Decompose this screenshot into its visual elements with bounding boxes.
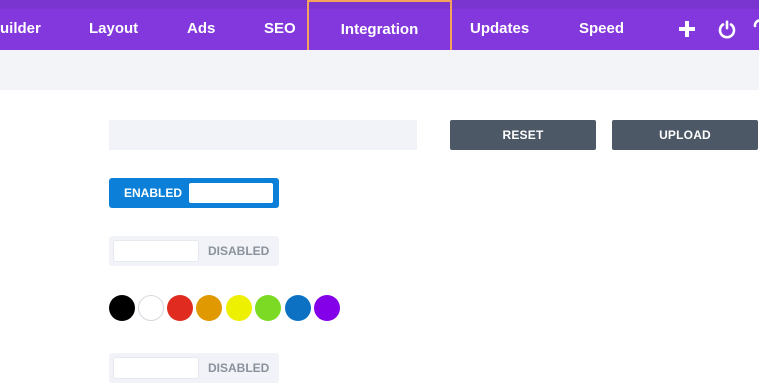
- toggle-state-label: DISABLED: [208, 244, 270, 258]
- tab-speed[interactable]: Speed: [579, 0, 624, 50]
- tab-integration-label: Integration: [340, 21, 419, 38]
- color-swatch-yellow[interactable]: [226, 295, 252, 321]
- power-icon[interactable]: [716, 18, 738, 40]
- color-swatch-orange[interactable]: [196, 295, 222, 321]
- color-swatch-red[interactable]: [167, 295, 193, 321]
- plus-icon[interactable]: [676, 18, 698, 40]
- upload-url-field[interactable]: [109, 120, 417, 150]
- sub-navigation-bar: [0, 50, 759, 90]
- tab-ads[interactable]: Ads: [187, 0, 215, 50]
- disabled-toggle[interactable]: DISABLED: [109, 353, 279, 383]
- color-swatch-green[interactable]: [255, 295, 281, 321]
- tab-builder[interactable]: uilder: [0, 0, 41, 50]
- tab-updates[interactable]: Updates: [470, 0, 529, 50]
- upload-button[interactable]: UPLOAD: [612, 120, 758, 150]
- color-swatch-black[interactable]: [109, 295, 135, 321]
- toggle-knob: [114, 241, 198, 261]
- toggle-state-label: ENABLED: [124, 186, 183, 200]
- toggle-state-label: DISABLED: [208, 361, 270, 375]
- enabled-toggle[interactable]: ENABLED: [109, 178, 279, 208]
- reset-button[interactable]: RESET: [450, 120, 596, 150]
- top-navigation-bar: uilder Layout Ads SEO Integration Update…: [0, 0, 759, 58]
- tab-seo[interactable]: SEO: [264, 0, 296, 50]
- toggle-knob: [114, 358, 198, 378]
- tab-layout[interactable]: Layout: [89, 0, 138, 50]
- color-swatch-white[interactable]: [138, 295, 164, 321]
- help-icon[interactable]: [751, 18, 759, 40]
- disabled-toggle[interactable]: DISABLED: [109, 236, 279, 266]
- color-swatch-purple[interactable]: [314, 295, 340, 321]
- toggle-knob: [189, 183, 273, 203]
- color-swatch-blue[interactable]: [285, 295, 311, 321]
